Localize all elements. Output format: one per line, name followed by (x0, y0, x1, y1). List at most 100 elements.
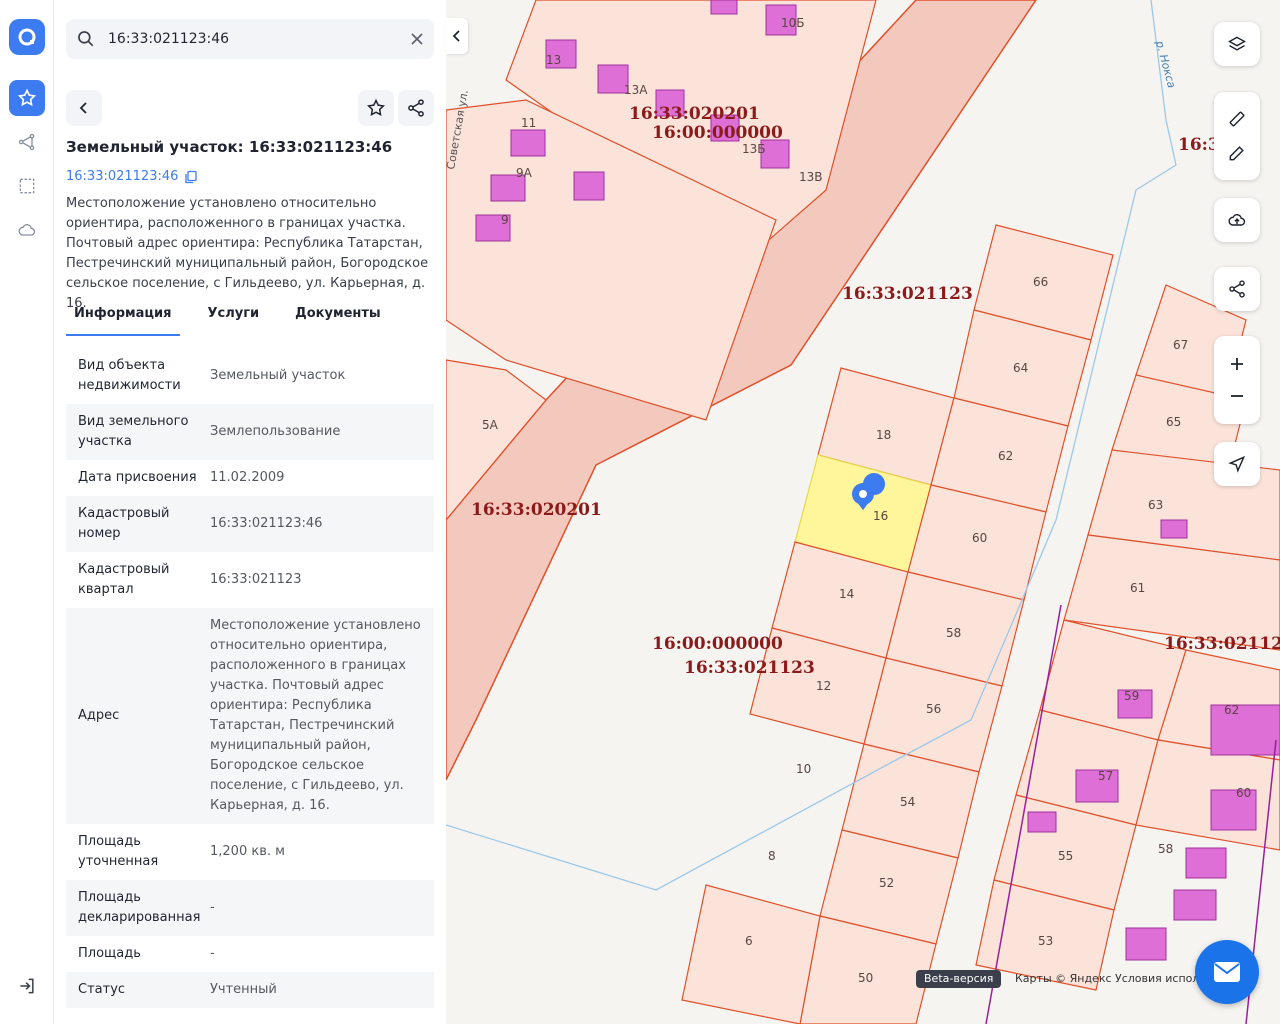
tab-documents[interactable]: Документы (287, 302, 389, 336)
favorites-nav-button[interactable] (9, 80, 45, 116)
river-label: р. Нокса (1153, 38, 1178, 89)
geolocate-button[interactable] (1214, 442, 1260, 486)
table-row: Дата присвоения 11.02.2009 (78, 470, 285, 485)
table-row: Площадь уточненная 1,200 кв. м (78, 834, 285, 869)
svg-text:59: 59 (1124, 689, 1139, 703)
svg-text:13Б: 13Б (742, 142, 766, 156)
svg-text:60: 60 (972, 531, 987, 545)
svg-text:13А: 13А (624, 83, 648, 97)
svg-text:63: 63 (1148, 498, 1163, 512)
cloud-nav-button[interactable] (9, 212, 45, 248)
ruler-icon[interactable] (1227, 109, 1247, 129)
tools-group (1214, 92, 1260, 180)
chevron-left-icon (452, 30, 460, 42)
back-button[interactable] (66, 90, 102, 126)
table-row: Вид объекта недвижимости Земельный участо… (78, 358, 346, 393)
object-description: Местоположение установлено относительно … (66, 196, 429, 311)
map-share-button[interactable] (1214, 267, 1260, 311)
quarter-label: 16:33:020201 (471, 500, 602, 520)
tab-services[interactable]: Услуги (200, 302, 268, 336)
upload-button[interactable] (1214, 198, 1260, 242)
svg-text:64: 64 (1013, 361, 1028, 375)
svg-text:18: 18 (876, 428, 891, 442)
info-table: Вид объекта недвижимости Земельный участо… (66, 348, 434, 1008)
svg-text:58: 58 (946, 626, 961, 640)
info-tabs: Информация Услуги Документы (66, 302, 436, 336)
svg-text:8: 8 (768, 849, 776, 863)
close-icon[interactable] (410, 32, 424, 46)
table-row: Площадь декларированная - (66, 880, 434, 936)
svg-text:14: 14 (839, 587, 854, 601)
cadastral-number-link[interactable]: 16:33:021123:46 (66, 169, 198, 184)
zoom-out-icon[interactable] (1228, 387, 1246, 405)
beta-badge: Beta-версия (916, 970, 1002, 988)
quarter-label: 16:33:020201 (629, 104, 760, 124)
app-logo[interactable] (9, 19, 45, 55)
svg-text:57: 57 (1098, 769, 1113, 783)
svg-text:66: 66 (1033, 275, 1048, 289)
search-bar[interactable]: 16:33:021123:46 (66, 19, 434, 59)
svg-text:10: 10 (796, 762, 811, 776)
map-canvas[interactable]: 16:33:020201 16:00:000000 16:33:021123 1… (446, 0, 1280, 1024)
svg-text:16: 16 (873, 509, 888, 523)
quarter-label: 16:00:000000 (652, 634, 783, 654)
cadastral-map[interactable]: 16:33:020201 16:00:000000 16:33:021123 1… (446, 0, 1280, 1024)
edit-icon[interactable] (1227, 143, 1247, 163)
svg-text:5А: 5А (482, 418, 499, 432)
measure-nav-button[interactable] (9, 124, 45, 160)
svg-text:52: 52 (879, 876, 894, 890)
svg-text:6: 6 (745, 934, 753, 948)
cloud-upload-icon (1228, 214, 1246, 226)
map-attribution[interactable]: Карты © Яндекс Условия испол (1015, 972, 1199, 985)
svg-text:67: 67 (1173, 338, 1188, 352)
polygon-nodes-icon (18, 133, 35, 151)
cadastral-number[interactable]: 16:33:021123:46 (66, 169, 178, 184)
collapse-panel-button[interactable] (446, 18, 468, 54)
navigation-arrow-icon (1228, 455, 1246, 473)
favorite-button[interactable] (358, 90, 394, 126)
svg-text:65: 65 (1166, 415, 1181, 429)
share-icon (1229, 280, 1245, 298)
table-row: Статус Учтенный (66, 972, 434, 1008)
login-arrow-icon (20, 978, 34, 994)
feedback-button[interactable] (1195, 940, 1259, 1004)
svg-text:56: 56 (926, 702, 941, 716)
table-row: Площадь - (78, 946, 215, 961)
quarter-label: 16:33:021123 (684, 658, 815, 678)
logo-icon (18, 28, 36, 46)
table-row: Вид земельного участка Землепользование (66, 404, 434, 460)
svg-text:11: 11 (521, 116, 536, 130)
quarter-label: 16:33:02112 (1164, 634, 1280, 654)
table-row: Кадастровый номер 16:33:021123:46 (66, 496, 434, 552)
mail-icon (1214, 962, 1240, 982)
copy-icon[interactable] (184, 170, 198, 184)
star-icon (17, 88, 37, 107)
search-input[interactable]: 16:33:021123:46 (108, 31, 410, 47)
svg-text:9: 9 (501, 213, 509, 227)
select-area-nav-button[interactable] (9, 168, 45, 204)
svg-text:53: 53 (1038, 934, 1053, 948)
layers-icon (1228, 36, 1246, 51)
search-icon (78, 31, 94, 47)
layers-button[interactable] (1214, 22, 1260, 66)
svg-text:58: 58 (1158, 842, 1173, 856)
svg-text:13: 13 (546, 53, 561, 67)
star-icon (367, 98, 385, 116)
quarter-label: 16:00:000000 (652, 123, 783, 143)
svg-text:50: 50 (858, 971, 873, 985)
svg-text:13В: 13В (799, 170, 823, 184)
object-info-panel: 16:33:021123:46 Земельный участок: 16:33… (54, 0, 446, 1024)
dashed-square-icon (19, 178, 35, 194)
share-button[interactable] (398, 90, 434, 126)
table-row: Кадастровый квартал 16:33:021123 (78, 562, 302, 597)
chevron-left-icon (79, 102, 87, 114)
svg-text:12: 12 (816, 679, 831, 693)
logout-button[interactable] (9, 968, 45, 1004)
table-row: Адрес Местоположение установлено относите… (66, 608, 434, 824)
page-title: Земельный участок: 16:33:021123:46 (66, 138, 393, 156)
tab-information[interactable]: Информация (66, 302, 180, 336)
svg-text:60: 60 (1236, 786, 1251, 800)
zoom-controls (1214, 336, 1260, 424)
zoom-in-icon[interactable] (1228, 355, 1246, 373)
svg-text:54: 54 (900, 795, 915, 809)
